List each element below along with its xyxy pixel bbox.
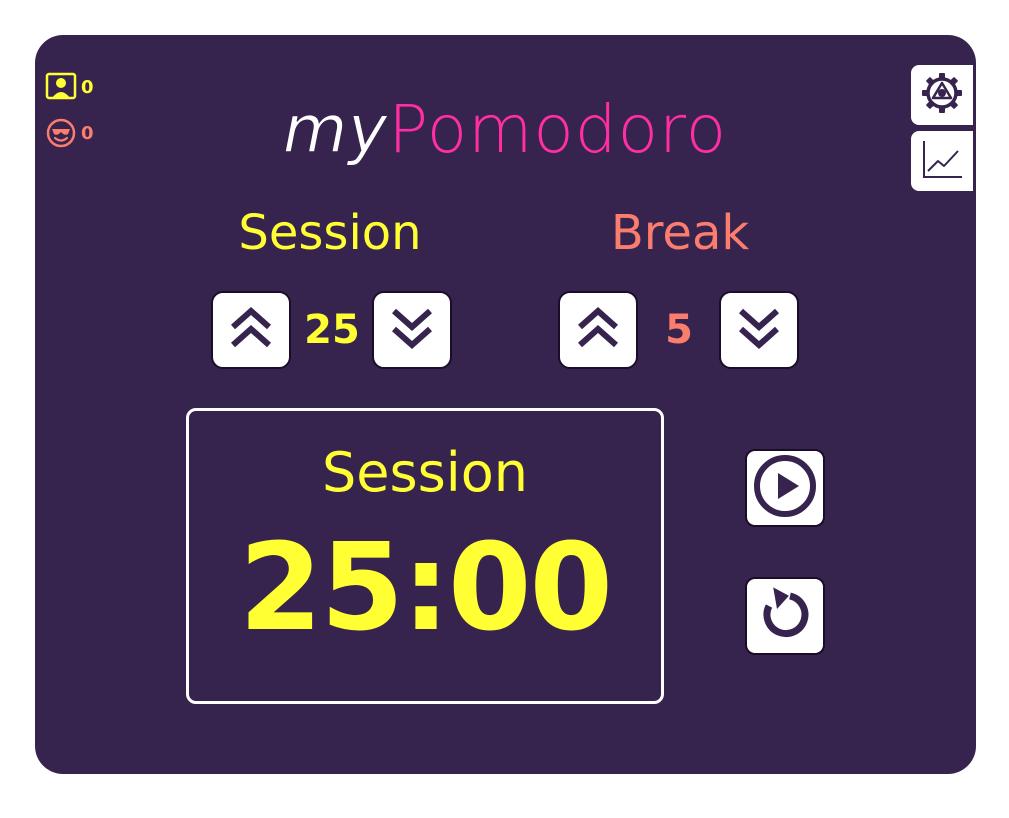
gear-icon — [920, 71, 964, 119]
break-decrement-button[interactable] — [719, 291, 799, 369]
session-decrement-button[interactable] — [372, 291, 452, 369]
break-length-value: 5 — [665, 307, 693, 353]
title-pomodoro: Pomodoro — [388, 91, 728, 168]
cool-face-icon — [45, 117, 77, 149]
session-length-label: Session — [238, 205, 422, 261]
reset-icon — [755, 584, 815, 648]
settings-tab[interactable] — [909, 63, 973, 127]
double-chevron-down-icon — [389, 305, 435, 355]
timer-label: Session — [321, 441, 529, 504]
breaks-count: 0 — [81, 122, 94, 144]
app-title: myPomodoro — [265, 90, 745, 170]
double-chevron-up-icon — [575, 305, 621, 355]
break-length-label: Break — [610, 205, 750, 261]
timer-display: Session 25:00 — [186, 408, 664, 704]
start-stop-button[interactable] — [745, 449, 825, 527]
timer-time: 25:00 — [239, 519, 613, 658]
double-chevron-down-icon — [736, 305, 782, 355]
line-chart-icon — [920, 137, 964, 185]
session-increment-button[interactable] — [211, 291, 291, 369]
reset-button[interactable] — [745, 577, 825, 655]
play-icon — [752, 453, 818, 523]
stats-tab[interactable] — [909, 129, 973, 193]
side-tabs — [909, 63, 976, 195]
session-length-value: 25 — [304, 307, 360, 353]
user-portrait-icon — [45, 72, 77, 102]
title-my: my — [282, 91, 389, 169]
sessions-count: 0 — [81, 76, 94, 98]
break-increment-button[interactable] — [558, 291, 638, 369]
breaks-completed-counter: 0 — [45, 117, 94, 149]
double-chevron-up-icon — [228, 305, 274, 355]
pomodoro-app: 0 0 myPomodoro Session Break 25 5 Sessio… — [35, 35, 976, 774]
sessions-completed-counter: 0 — [45, 72, 94, 102]
